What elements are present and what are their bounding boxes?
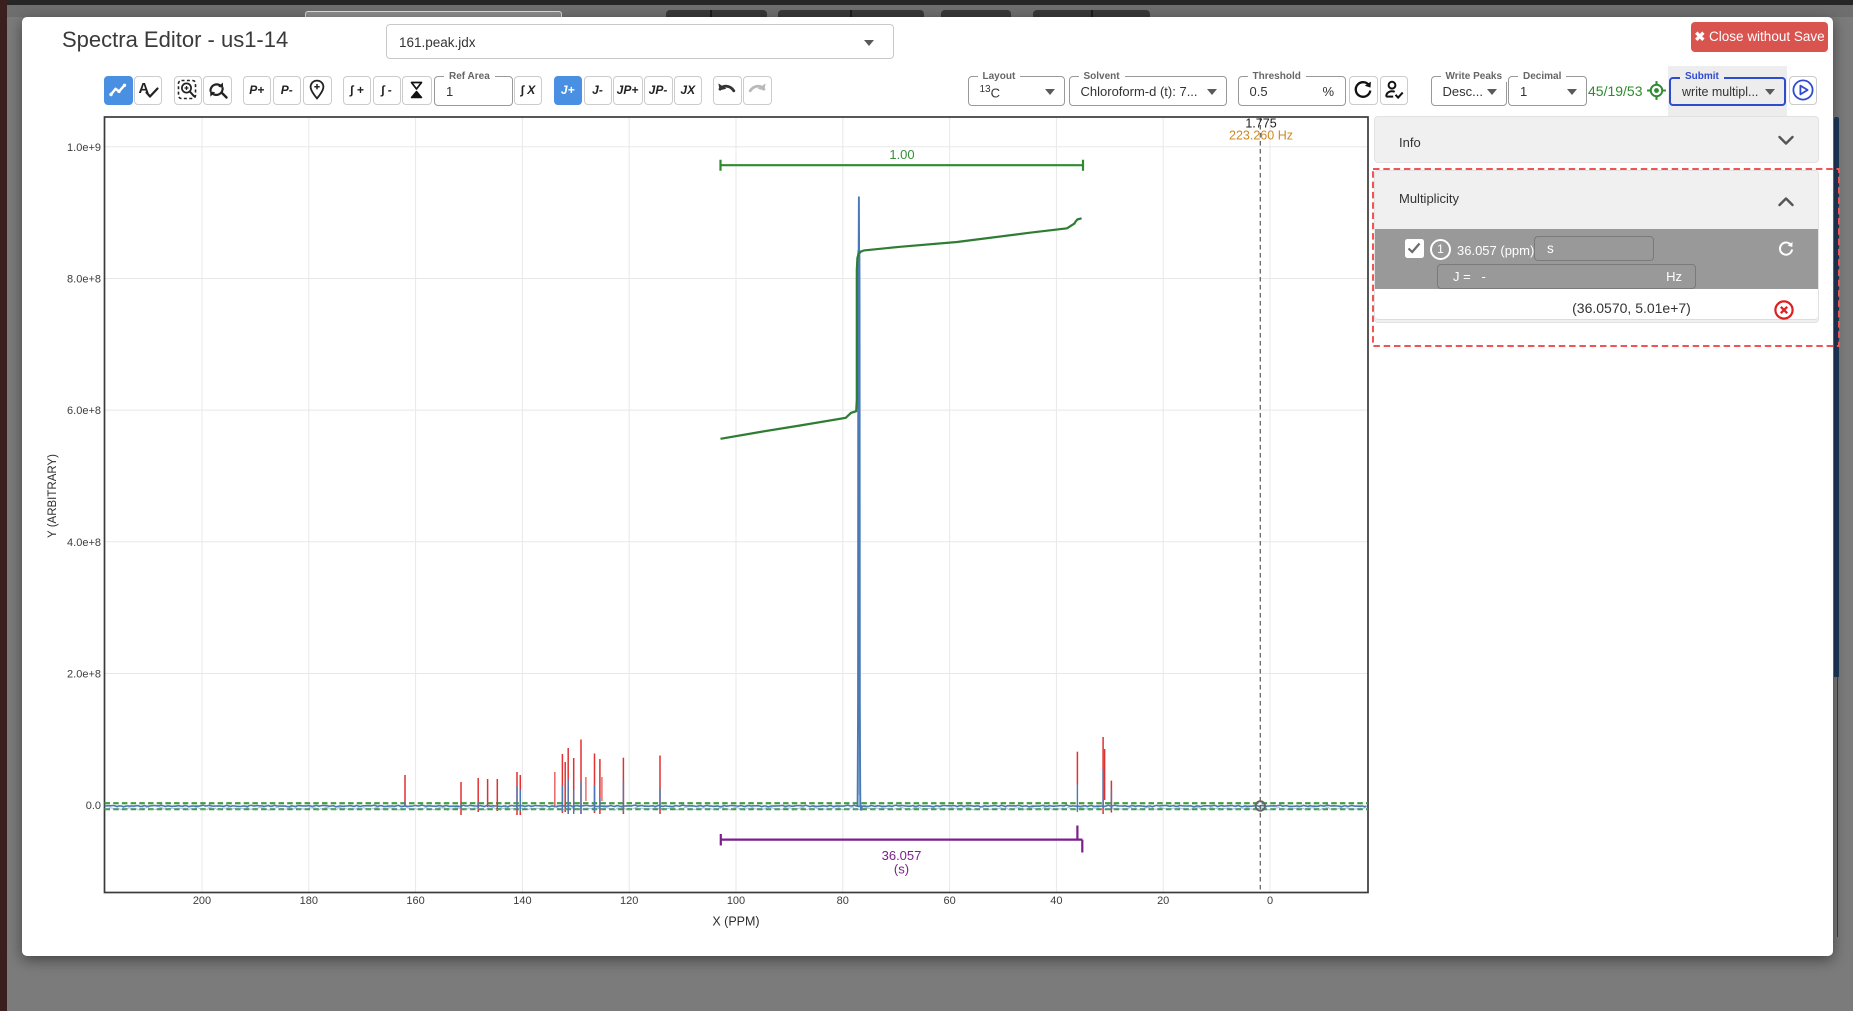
svg-text:180: 180	[300, 895, 318, 907]
svg-text:223.260 Hz: 223.260 Hz	[1229, 129, 1293, 143]
svg-text:20: 20	[1157, 895, 1169, 907]
svg-text:0: 0	[1267, 895, 1273, 907]
svg-text:140: 140	[513, 895, 531, 907]
svg-text:Y (ARBITRARY): Y (ARBITRARY)	[47, 454, 59, 538]
svg-text:0.0: 0.0	[86, 800, 101, 812]
svg-text:4.0e+8: 4.0e+8	[67, 537, 101, 549]
svg-text:40: 40	[1050, 895, 1062, 907]
svg-text:80: 80	[837, 895, 849, 907]
svg-text:200: 200	[193, 895, 211, 907]
svg-text:60: 60	[943, 895, 955, 907]
svg-text:X (PPM): X (PPM)	[712, 915, 759, 929]
svg-text:(s): (s)	[894, 862, 909, 877]
svg-text:100: 100	[727, 895, 745, 907]
svg-text:160: 160	[406, 895, 424, 907]
svg-text:1.00: 1.00	[889, 147, 914, 162]
svg-text:1.0e+9: 1.0e+9	[67, 142, 101, 154]
svg-text:8.0e+8: 8.0e+8	[67, 274, 101, 286]
svg-text:2.0e+8: 2.0e+8	[67, 669, 101, 681]
svg-text:6.0e+8: 6.0e+8	[67, 405, 101, 417]
svg-text:120: 120	[620, 895, 638, 907]
